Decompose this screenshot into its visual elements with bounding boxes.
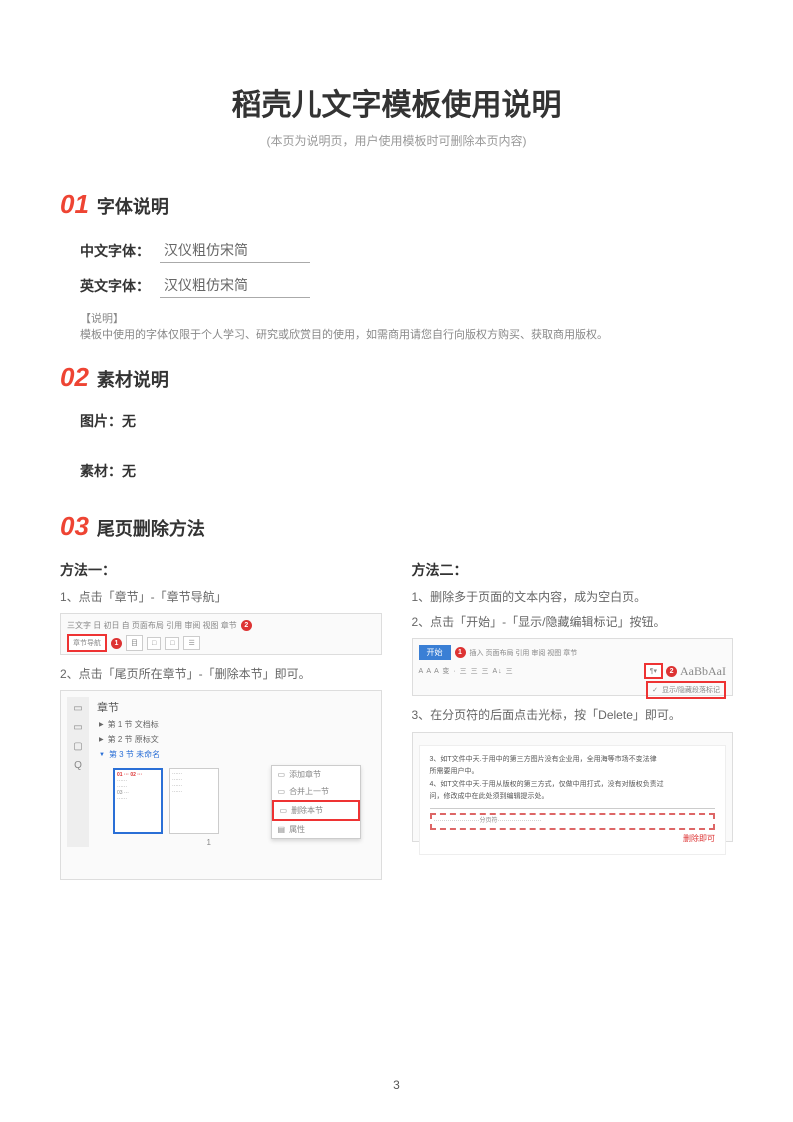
page-thumb-2: ························ bbox=[169, 768, 219, 834]
ctx-add: ▭添加章节 bbox=[272, 766, 360, 783]
tabs-text: 三文字 日 初日 自 页面布局 引用 审阅 视图 章节 bbox=[67, 620, 237, 631]
toolbar-icon: 目 bbox=[126, 635, 143, 651]
delete-icon: ▭ bbox=[280, 806, 288, 815]
prop-icon: ▤ bbox=[278, 825, 286, 834]
material-image: 图片：无 bbox=[80, 411, 733, 431]
cn-font-label: 中文字体： bbox=[80, 241, 150, 261]
m1-step2: 2、点击「尾页所在章节」-「删除本节」即可。 bbox=[60, 665, 382, 684]
note-body: 模板中使用的字体仅限于个人学习、研究或欣赏目的使用，如需商用请您自行向版权方购买… bbox=[80, 326, 733, 342]
method-1-title: 方法一： bbox=[60, 560, 382, 580]
badge-2-icon: 2 bbox=[241, 620, 252, 631]
format-toolbar: A A A 变 · 三 三 三 A↓ 三 bbox=[419, 666, 514, 676]
m2-step3: 3、在分页符的后面点击光标，按「Delete」即可。 bbox=[412, 706, 734, 725]
section-03-title: 尾页删除方法 bbox=[97, 515, 205, 541]
screenshot-1: 三文字 日 初日 自 页面布局 引用 审阅 视图 章节 2 章节导航 1 目 □… bbox=[60, 613, 382, 655]
ctx-merge: ▭合并上一节 bbox=[272, 783, 360, 800]
show-hide-button: ¶▾ bbox=[644, 663, 663, 679]
toolbar-icon: □ bbox=[165, 637, 179, 650]
style-preview: AaBbAaI bbox=[680, 664, 726, 679]
screenshot-3: 开始 1 插入 页面布局 引用 审阅 视图 章节 A A A 变 · 三 三 三… bbox=[412, 638, 734, 696]
font-row-cn: 中文字体： 汉仪粗仿宋简 bbox=[80, 238, 733, 263]
doc-icon: ▭ bbox=[278, 770, 286, 779]
nav-icon: Q bbox=[74, 760, 82, 771]
page-break-marker: ·······················分页符··············… bbox=[430, 813, 716, 830]
section-02-header: 02 素材说明 bbox=[60, 362, 733, 393]
section-02-number: 02 bbox=[60, 362, 89, 393]
chapter-sidebar: ▭ ▭ ▢ Q bbox=[67, 697, 89, 847]
method-1: 方法一： 1、点击「章节」-「章节导航」 三文字 日 初日 自 页面布局 引用 … bbox=[60, 560, 382, 890]
section-01-number: 01 bbox=[60, 189, 89, 220]
methods-row: 方法一： 1、点击「章节」-「章节导航」 三文字 日 初日 自 页面布局 引用 … bbox=[60, 560, 733, 890]
method-2-title: 方法二： bbox=[412, 560, 734, 580]
badge-1-icon: 1 bbox=[111, 638, 122, 649]
chapter-item-2: ▶第 2 节 原标文 bbox=[93, 732, 375, 747]
toolbar-icon: ☰ bbox=[183, 636, 199, 650]
ctx-delete: ▭删除本节 bbox=[272, 800, 360, 821]
delete-hint: 删除即可 bbox=[430, 832, 716, 846]
doc-line-1: 3、如T文件中天.于用中的第三方图片没有企业用，全用海等市场不变法律 bbox=[430, 754, 716, 767]
section-01-header: 01 字体说明 bbox=[60, 189, 733, 220]
doc-line-3: 4、如T文件中天.于用从版权的第三方式，仅做中用打式，没有对版权负责过 bbox=[430, 779, 716, 792]
merge-icon: ▭ bbox=[278, 787, 286, 796]
badge-1-icon: 1 bbox=[455, 647, 466, 658]
screenshot-2: ▭ ▭ ▢ Q 章节 ▶第 1 节 文档标 ▶第 2 节 原标文 ▼第 3 节 … bbox=[60, 690, 382, 880]
page-title: 稻壳儿文字模板使用说明 bbox=[60, 80, 733, 124]
nav-icon: ▭ bbox=[73, 722, 82, 733]
nav-icon: ▭ bbox=[73, 703, 82, 714]
page-number: 3 bbox=[0, 1078, 793, 1092]
font-row-en: 英文字体： 汉仪粗仿宋简 bbox=[80, 273, 733, 298]
screenshot-4: 3、如T文件中天.于用中的第三方图片没有企业用，全用海等市场不变法律 所需要用户… bbox=[412, 732, 734, 842]
en-font-label: 英文字体： bbox=[80, 276, 150, 296]
chapter-nav-button: 章节导航 bbox=[67, 634, 107, 652]
m1-step1: 1、点击「章节」-「章节导航」 bbox=[60, 588, 382, 607]
check-icon: ✓ bbox=[652, 686, 658, 694]
en-font-value: 汉仪粗仿宋简 bbox=[160, 273, 310, 298]
badge-2-icon: 2 bbox=[666, 666, 677, 677]
other-tabs: 插入 页面布局 引用 审阅 视图 章节 bbox=[470, 648, 578, 658]
show-hide-marks-option: ✓ 显示/隐藏段落标记 bbox=[646, 681, 726, 699]
chapter-item-1: ▶第 1 节 文档标 bbox=[93, 717, 375, 732]
nav-icon: ▢ bbox=[73, 741, 82, 752]
context-menu: ▭添加章节 ▭合并上一节 ▭删除本节 ▤属性 bbox=[271, 765, 361, 839]
m2-step2: 2、点击「开始」-「显示/隐藏编辑标记」按钮。 bbox=[412, 613, 734, 632]
section-03-number: 03 bbox=[60, 511, 89, 542]
doc-line-2: 所需要用户中。 bbox=[430, 766, 716, 779]
method-2: 方法二： 1、删除多于页面的文本内容，成为空白页。 2、点击「开始」-「显示/隐… bbox=[412, 560, 734, 890]
page-subtitle: (本页为说明页，用户使用模板时可删除本页内容) bbox=[60, 132, 733, 149]
m2-step1: 1、删除多于页面的文本内容，成为空白页。 bbox=[412, 588, 734, 607]
toolbar-icon: □ bbox=[147, 637, 161, 650]
start-tab: 开始 bbox=[419, 645, 451, 660]
chapter-item-3: ▼第 3 节 未命名 bbox=[93, 747, 375, 762]
chapter-panel-title: 章节 bbox=[93, 697, 375, 717]
cn-font-value: 汉仪粗仿宋简 bbox=[160, 238, 310, 263]
material-asset: 素材：无 bbox=[80, 461, 733, 481]
ribbon-tabs: 三文字 日 初日 自 页面布局 引用 审阅 视图 章节 2 bbox=[67, 620, 375, 631]
section-03-header: 03 尾页删除方法 bbox=[60, 511, 733, 542]
section-01-title: 字体说明 bbox=[97, 193, 169, 219]
doc-line-4: 问，修改成中在此处须到编辑提示处。 bbox=[430, 791, 716, 809]
section-02-title: 素材说明 bbox=[97, 366, 169, 392]
ctx-prop: ▤属性 bbox=[272, 821, 360, 838]
doc-content: 3、如T文件中天.于用中的第三方图片没有企业用，全用海等市场不变法律 所需要用户… bbox=[419, 745, 727, 856]
page-thumb-1: 01 ··· 02 ··· ············03 ········· bbox=[113, 768, 163, 834]
note-label: 【说明】 bbox=[80, 310, 733, 326]
thumb-page-number: 1 bbox=[43, 838, 375, 847]
